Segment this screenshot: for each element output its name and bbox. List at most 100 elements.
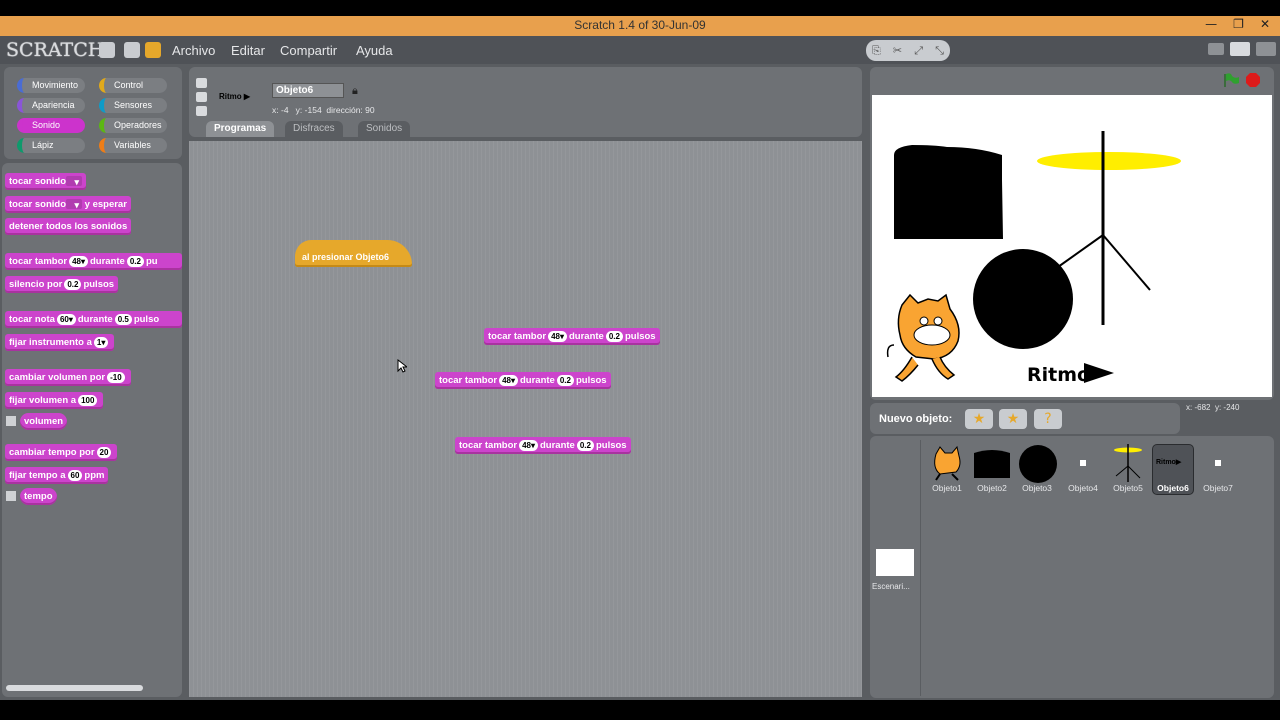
stage[interactable]: Ritmo: [872, 95, 1272, 397]
sprite-thumb-cat[interactable]: [930, 444, 964, 482]
sprite-label-1[interactable]: Objeto1: [924, 483, 970, 493]
globe-icon[interactable]: [99, 42, 115, 58]
dropdown-icon[interactable]: [66, 197, 83, 214]
script-play-drum-1[interactable]: tocar tambor 48▾ durante 0.2 pulsos: [484, 328, 660, 345]
set-tempo-slot[interactable]: 60: [67, 469, 83, 481]
note-slot[interactable]: 60▾: [56, 313, 76, 325]
beats-slot[interactable]: 0.2: [605, 330, 623, 342]
duplicate-icon[interactable]: ⎘: [872, 44, 881, 58]
play-triangle-icon[interactable]: [1084, 363, 1114, 383]
category-apariencia[interactable]: Apariencia: [17, 98, 85, 113]
rotate-free-icon[interactable]: [196, 78, 207, 88]
block-change-tempo[interactable]: cambiar tempo por 20: [5, 444, 118, 461]
tab-disfraces[interactable]: Disfraces: [285, 121, 343, 137]
sprite-label-4[interactable]: Objeto4: [1060, 483, 1106, 493]
block-play-note[interactable]: tocar nota 60▾ durante 0.5 pulso: [5, 311, 182, 328]
minimize-button[interactable]: —: [1205, 17, 1217, 31]
presentation-mode-icon[interactable]: [1256, 42, 1276, 56]
block-play-sound[interactable]: tocar sonido: [5, 173, 87, 191]
sprite-thumb-dot[interactable]: [1080, 460, 1086, 466]
script-play-drum-2[interactable]: tocar tambor 48▾ durante 0.2 pulsos: [435, 372, 611, 389]
close-button[interactable]: ✕: [1260, 17, 1270, 31]
hat-block-when-sprite-clicked[interactable]: al presionar Objeto6: [295, 240, 412, 267]
menu-editar[interactable]: Editar: [231, 43, 265, 58]
green-flag-icon[interactable]: [1222, 72, 1240, 88]
menu-compartir[interactable]: Compartir: [280, 43, 337, 58]
volume-checkbox[interactable]: [6, 416, 16, 426]
lock-icon[interactable]: 🔒︎: [352, 84, 358, 98]
script-play-drum-3[interactable]: tocar tambor 48▾ durante 0.2 pulsos: [455, 437, 631, 454]
block-volume-reporter[interactable]: volumen: [20, 413, 68, 430]
block-set-instrument[interactable]: fijar instrumento a 1▾: [5, 334, 115, 351]
no-rotate-icon[interactable]: [196, 106, 207, 116]
cat-sprite[interactable]: [886, 293, 960, 382]
category-control[interactable]: Control: [99, 78, 167, 93]
random-sprite-icon[interactable]: ?: [1034, 409, 1062, 429]
normal-stage-icon[interactable]: [1230, 42, 1250, 56]
category-sensores[interactable]: Sensores: [99, 98, 167, 113]
sprite-thumb-cymbal[interactable]: [1112, 444, 1144, 482]
sprite-label-3[interactable]: Objeto3: [1014, 483, 1060, 493]
choose-sprite-icon[interactable]: ★: [999, 409, 1027, 429]
small-stage-icon[interactable]: [1208, 43, 1224, 55]
sprite-thumb-circle[interactable]: [1018, 445, 1058, 483]
menu-archivo[interactable]: Archivo: [172, 43, 215, 58]
rest-slot[interactable]: 0.2: [64, 278, 82, 290]
drum-slot[interactable]: 48▾: [519, 439, 538, 451]
sprite-name-input[interactable]: Objeto6: [272, 83, 344, 98]
tab-sonidos[interactable]: Sonidos: [358, 121, 411, 137]
sprite-label-5[interactable]: Objeto5: [1105, 483, 1151, 493]
beats-slot[interactable]: 0.2: [576, 439, 594, 451]
block-play-sound-until-done[interactable]: tocar sonido y esperar: [5, 196, 131, 214]
stage-thumbnail[interactable]: [876, 549, 914, 576]
save-icon[interactable]: [124, 42, 140, 58]
change-volume-slot[interactable]: -10: [107, 371, 125, 383]
palette-scrollbar[interactable]: [6, 685, 143, 691]
tab-programas[interactable]: Programas: [206, 121, 275, 137]
block-rest[interactable]: silencio por 0.2 pulsos: [5, 276, 119, 293]
block-tempo-reporter[interactable]: tempo: [20, 488, 57, 505]
sprite-thumb-ritmo[interactable]: Ritmo▶: [1156, 458, 1181, 466]
delete-icon[interactable]: ✂: [893, 44, 902, 57]
set-volume-slot[interactable]: 100: [78, 394, 98, 406]
block-stop-all-sounds[interactable]: detener todos los sonidos: [5, 218, 132, 235]
drum-sprite-square[interactable]: [894, 145, 1003, 239]
cymbal-sprite[interactable]: [1037, 152, 1181, 170]
note-beats-slot[interactable]: 0.5: [114, 313, 132, 325]
block-change-volume[interactable]: cambiar volumen por -10: [5, 369, 131, 386]
sprite-label-7[interactable]: Objeto7: [1195, 483, 1241, 493]
beats-slot[interactable]: 0.2: [556, 374, 574, 386]
change-tempo-slot[interactable]: 20: [96, 446, 112, 458]
scripts-area[interactable]: [189, 141, 862, 697]
drum-slot[interactable]: 48▾: [69, 255, 88, 267]
sprite-thumb-dot-2[interactable]: [1215, 460, 1221, 466]
stage-thumbnail-label[interactable]: Escenari...: [872, 582, 910, 591]
category-movimiento[interactable]: Movimiento: [17, 78, 85, 93]
category-sonido[interactable]: Sonido: [17, 118, 85, 133]
dropdown-icon[interactable]: [66, 174, 83, 191]
block-set-tempo[interactable]: fijar tempo a 60 ppm: [5, 467, 109, 484]
drum-sprite-circle[interactable]: [973, 249, 1073, 349]
shrink-icon[interactable]: ⤡: [935, 44, 944, 58]
category-lápiz[interactable]: Lápiz: [17, 138, 85, 153]
rotate-flip-icon[interactable]: [196, 92, 207, 102]
category-variables[interactable]: Variables: [99, 138, 167, 153]
drum-slot[interactable]: 48▾: [499, 374, 518, 386]
menu-ayuda[interactable]: Ayuda: [356, 43, 393, 58]
instrument-slot[interactable]: 1▾: [93, 336, 109, 348]
category-operadores[interactable]: Operadores: [99, 118, 167, 133]
stop-icon[interactable]: [1245, 72, 1261, 88]
block-set-volume[interactable]: fijar volumen a 100: [5, 392, 104, 409]
restore-button[interactable]: ❐: [1233, 17, 1244, 31]
paint-new-sprite-icon[interactable]: ★: [965, 409, 993, 429]
block-play-drum[interactable]: tocar tambor 48▾ durante 0.2 pu: [5, 253, 182, 270]
beats-slot[interactable]: 0.2: [126, 255, 144, 267]
tempo-checkbox[interactable]: [6, 491, 16, 501]
share-icon[interactable]: [145, 42, 161, 58]
sprite-label-6[interactable]: Objeto6: [1150, 483, 1196, 493]
drum-slot[interactable]: 48▾: [548, 330, 567, 342]
block-play-sound-until-done-label: tocar sonido: [9, 199, 67, 210]
sprite-label-2[interactable]: Objeto2: [969, 483, 1015, 493]
sprite-thumb-square[interactable]: [972, 447, 1012, 479]
grow-icon[interactable]: ⤢: [914, 44, 923, 58]
